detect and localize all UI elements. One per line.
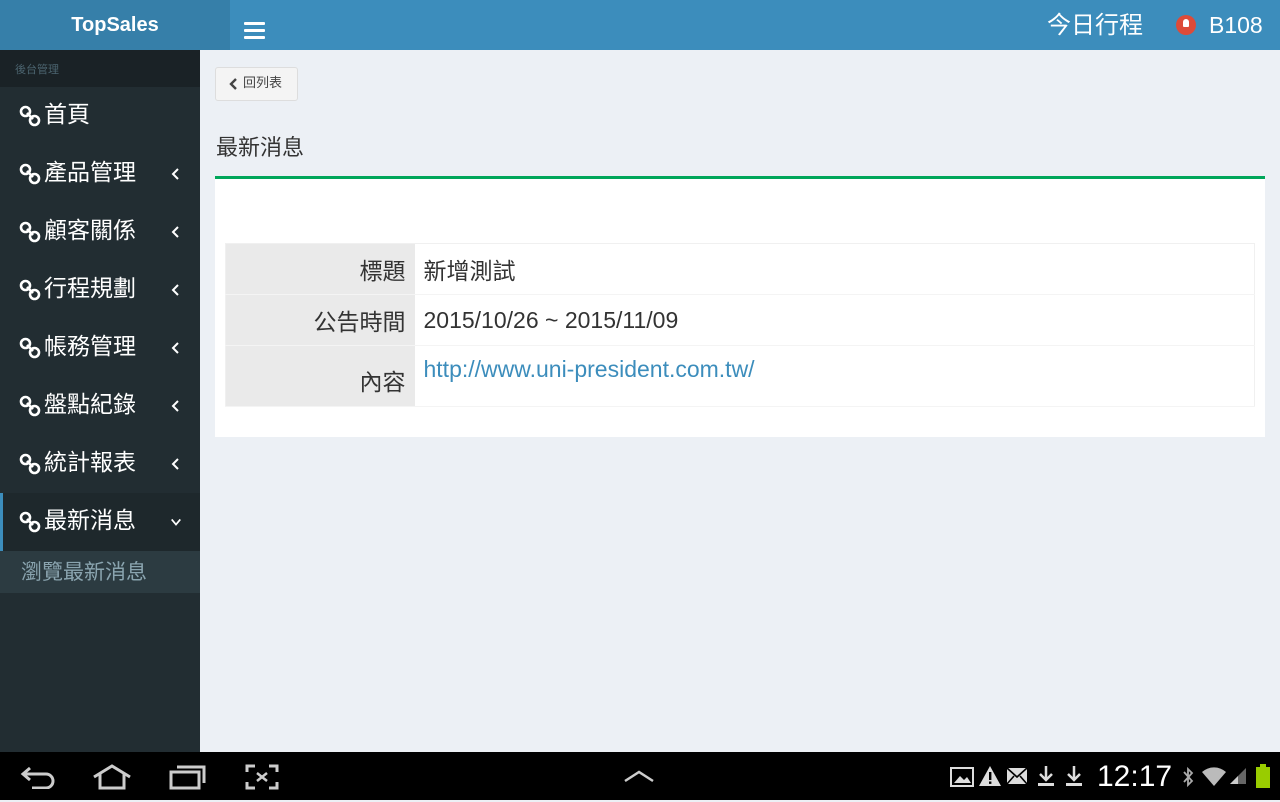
field-value-cell: http://www.uni-president.com.tw/ <box>414 345 1255 407</box>
download-notification-icon <box>1038 766 1054 786</box>
chevron-left-icon <box>171 458 179 470</box>
link-icon <box>19 395 41 417</box>
sidebar-item-label: 最新消息 <box>44 508 136 534</box>
back-icon[interactable] <box>20 765 56 789</box>
sidebar-item-inventory[interactable]: 盤點紀錄 <box>0 377 200 435</box>
menu-toggle-icon[interactable] <box>244 22 266 42</box>
mail-notification-icon <box>1006 767 1028 785</box>
table-row: 公告時間 2015/10/26 ~ 2015/11/09 <box>225 294 1255 346</box>
sidebar: 後台管理 首頁 產品管理 顧客關係 行程規劃 帳務管理 盤點紀錄 統計報表 最新… <box>0 50 200 752</box>
screenshot-icon[interactable] <box>245 764 279 790</box>
sidebar-item-label: 產品管理 <box>44 160 136 186</box>
sidebar-item-news[interactable]: 最新消息 <box>0 493 200 551</box>
link-icon <box>19 279 41 301</box>
sidebar-item-schedule[interactable]: 行程規劃 <box>0 261 200 319</box>
page-title: 最新消息 <box>216 136 305 161</box>
gallery-notification-icon <box>950 767 974 787</box>
wifi-icon <box>1202 767 1226 786</box>
sidebar-item-label: 統計報表 <box>44 450 136 476</box>
field-value: 新增測試 <box>414 243 1255 295</box>
system-navigation-bar: 12:17 <box>0 752 1280 800</box>
sidebar-item-accounts[interactable]: 帳務管理 <box>0 319 200 377</box>
detail-box: 標題 新增測試 公告時間 2015/10/26 ~ 2015/11/09 內容 … <box>215 176 1265 437</box>
link-icon <box>19 453 41 475</box>
recent-apps-icon[interactable] <box>169 764 207 790</box>
sidebar-item-label: 帳務管理 <box>44 334 136 360</box>
chevron-left-icon <box>229 78 237 90</box>
content-link[interactable]: http://www.uni-president.com.tw/ <box>424 356 755 382</box>
field-value: 2015/10/26 ~ 2015/11/09 <box>414 294 1255 346</box>
table-row: 內容 http://www.uni-president.com.tw/ <box>225 345 1255 407</box>
user-avatar-icon[interactable] <box>1176 15 1196 35</box>
table-row: 標題 新增測試 <box>225 243 1255 295</box>
link-icon <box>19 105 41 127</box>
chevron-left-icon <box>171 168 179 180</box>
sidebar-item-label: 盤點紀錄 <box>44 392 136 418</box>
user-name[interactable]: B108 <box>1209 0 1263 50</box>
battery-icon <box>1256 764 1270 788</box>
link-icon <box>19 511 41 533</box>
sidebar-subitem-browse-news[interactable]: 瀏覽最新消息 <box>0 551 200 593</box>
sidebar-item-products[interactable]: 產品管理 <box>0 145 200 203</box>
status-clock: 12:17 <box>1097 760 1173 793</box>
top-header: TopSales 今日行程 B108 <box>0 0 1280 50</box>
chevron-left-icon <box>171 226 179 238</box>
field-label: 公告時間 <box>225 294 415 346</box>
today-schedule-link[interactable]: 今日行程 <box>1047 0 1143 50</box>
chevron-down-icon <box>171 518 181 526</box>
link-icon <box>19 163 41 185</box>
home-icon[interactable] <box>91 764 133 790</box>
sidebar-subitem-label: 瀏覽最新消息 <box>21 560 147 584</box>
sidebar-item-label: 首頁 <box>44 102 90 128</box>
chevron-left-icon <box>171 400 179 412</box>
detail-table: 標題 新增測試 公告時間 2015/10/26 ~ 2015/11/09 內容 … <box>225 243 1255 407</box>
sidebar-item-reports[interactable]: 統計報表 <box>0 435 200 493</box>
back-button-label: 回列表 <box>243 76 283 91</box>
chevron-up-icon[interactable] <box>623 768 655 784</box>
app-logo[interactable]: TopSales <box>0 0 230 50</box>
warning-notification-icon <box>979 766 1001 786</box>
download-notification-icon <box>1066 766 1082 786</box>
main-content: 回列表 最新消息 標題 新增測試 公告時間 2015/10/26 ~ 2015/… <box>200 50 1280 752</box>
chevron-left-icon <box>171 284 179 296</box>
link-icon <box>19 337 41 359</box>
sidebar-item-label: 顧客關係 <box>44 218 136 244</box>
sidebar-item-label: 行程規劃 <box>44 276 136 302</box>
link-icon <box>19 221 41 243</box>
field-label: 內容 <box>225 345 415 407</box>
bluetooth-icon <box>1183 766 1194 788</box>
chevron-left-icon <box>171 342 179 354</box>
signal-icon <box>1230 768 1246 784</box>
sidebar-section-label: 後台管理 <box>0 50 200 87</box>
sidebar-item-home[interactable]: 首頁 <box>0 87 200 145</box>
back-to-list-button[interactable]: 回列表 <box>215 67 298 101</box>
field-label: 標題 <box>225 243 415 295</box>
sidebar-item-customers[interactable]: 顧客關係 <box>0 203 200 261</box>
